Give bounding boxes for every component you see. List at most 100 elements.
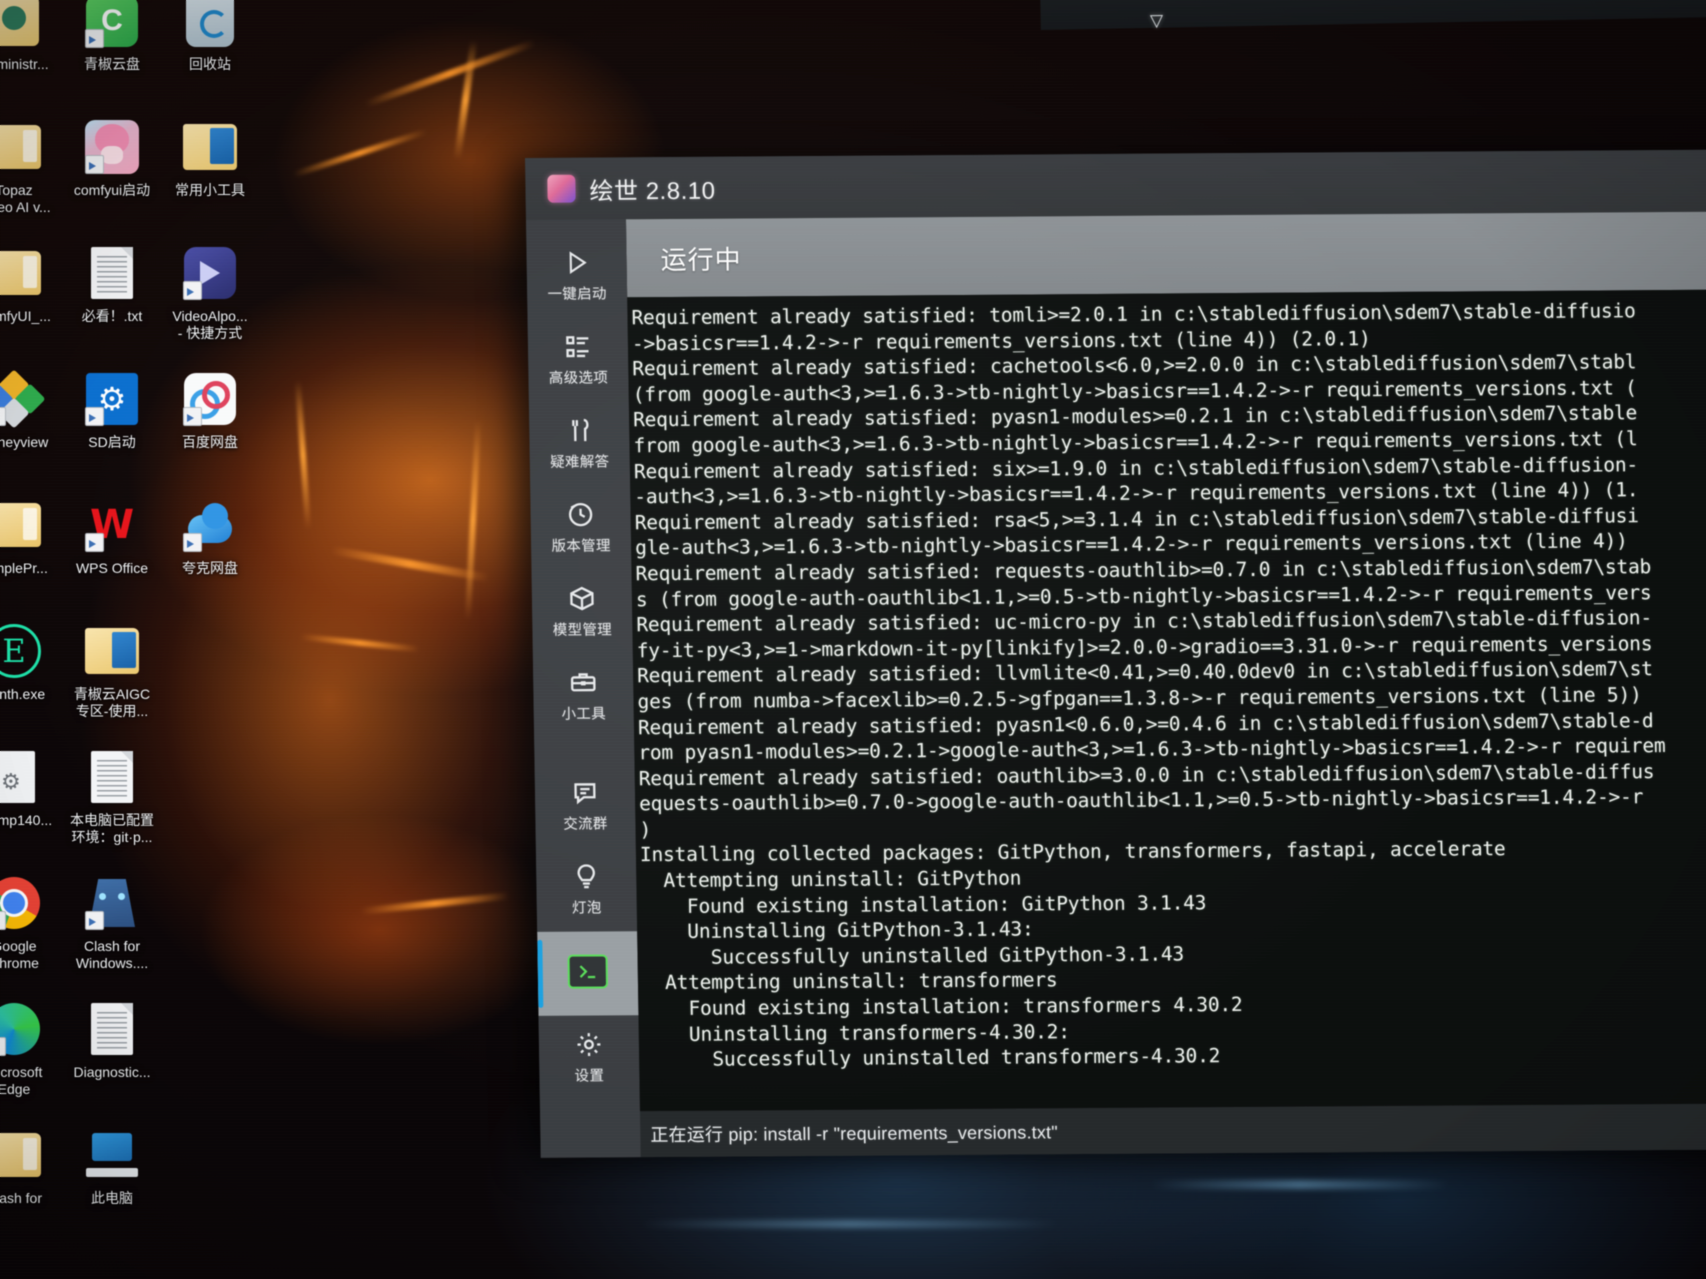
desktop-icon[interactable]: VideoAlpo... - 快捷方式: [162, 238, 258, 356]
hui-shi-launcher-window: 绘世 2.8.10 一键启动 高级选项 疑难解答 版本管理 模型管理 小工具 交…: [525, 149, 1706, 1158]
hui-shi-logo-icon: [547, 174, 576, 203]
desktop-icon[interactable]: 夸克网盘: [162, 490, 258, 608]
desktop-icon[interactable]: E Synth.exe: [0, 616, 62, 734]
text-file-icon-glyph: [91, 1003, 133, 1055]
clash-for-windows-icon: [83, 874, 141, 932]
desktop-icon[interactable]: Topaz Video AI v...: [0, 112, 62, 230]
desktop-icon[interactable]: 此电脑: [64, 1120, 160, 1238]
desktop-icon[interactable]: SimplePr...: [0, 490, 62, 608]
desktop-icon[interactable]: C 青椒云盘: [64, 0, 160, 104]
terminal-output-pane[interactable]: Requirement already satisfied: tomli>=2.…: [627, 289, 1706, 1112]
baidu-netdisk-icon: [181, 370, 239, 428]
desktop-icon-grid: Administr... C 青椒云盘 回收站 Topaz Video AI v... c…: [0, 0, 296, 1238]
sidebar-item-terminal-console[interactable]: [537, 931, 639, 1016]
desktop-icon-label: 夸克网盘: [182, 560, 238, 576]
wrench-screwdriver-icon: [564, 416, 594, 446]
folder-icon: [0, 244, 43, 302]
sidebar-item-one-click-launch[interactable]: 一键启动: [526, 233, 627, 318]
sidebar-item-troubleshooting[interactable]: 疑难解答: [529, 401, 630, 486]
sidebar-item-label: 版本管理: [551, 538, 611, 555]
list-options-icon: [563, 332, 593, 362]
sidebar-item-lightbulb[interactable]: 灯泡: [536, 847, 637, 932]
desktop-icon-label: 回收站: [189, 56, 231, 72]
google-chrome-icon-glyph: [0, 877, 40, 929]
desktop-icon[interactable]: Clash for: [0, 1120, 62, 1238]
chevron-down-icon[interactable]: ▽: [1150, 11, 1163, 30]
desktop-icon[interactable]: 常用小工具: [162, 112, 258, 230]
desktop-icon[interactable]: W WPS Office: [64, 490, 160, 608]
desktop-icon[interactable]: comfyui启动: [64, 112, 160, 230]
desktop-icon[interactable]: 必看！.txt: [64, 238, 160, 356]
desktop-icon[interactable]: ⚙ SD启动: [64, 364, 160, 482]
statusbar-text: 正在运行 pip: install -r "requirements_versi…: [650, 1122, 1059, 1146]
sidebar-item-label: 模型管理: [552, 622, 613, 639]
desktop-icon-empty: [162, 1120, 258, 1238]
terminal-log-lines: Requirement already satisfied: tomli>=2.…: [631, 298, 1706, 1073]
text-file-icon-glyph: [91, 751, 133, 803]
text-file-icon: [83, 244, 141, 302]
comfyui-launch-icon: [83, 118, 141, 176]
desktop-icon[interactable]: ComfyUI_...: [0, 238, 62, 356]
desktop-icon-label: VideoAlpo... - 快捷方式: [172, 308, 248, 341]
baidu-netdisk-icon-glyph: [184, 373, 236, 425]
sidebar-item-label: 交流群: [563, 816, 608, 833]
empty-icon: [181, 1000, 239, 1058]
desktop-icon-empty: [162, 868, 258, 986]
folder-icon-glyph: [0, 125, 41, 169]
window-titlebar: 绘世 2.8.10: [525, 149, 1706, 220]
folder-icon: [0, 1126, 43, 1184]
desktop-icon-label: 青椒云AIGC 专区-使用...: [73, 686, 151, 719]
clash-for-windows-icon-glyph: [89, 879, 135, 927]
empty-icon: [181, 874, 239, 932]
this-pc-icon: [83, 1126, 141, 1184]
desktop-icon-label: 本电脑已配置 环境：git·p...: [70, 812, 154, 845]
toolbox-icon: [568, 667, 598, 697]
desktop-icon-label: WPS Office: [75, 560, 149, 576]
sidebar-item-settings[interactable]: 设置: [538, 1015, 639, 1100]
sidebar-item-community-group[interactable]: 交流群: [535, 763, 636, 848]
desktop-icon-label: vcomp140...: [0, 812, 53, 828]
doc-corner: [121, 751, 133, 763]
desktop-icon[interactable]: Administr...: [0, 0, 62, 104]
user-folder-icon-glyph: [0, 0, 39, 46]
text-file-icon: [83, 1000, 141, 1058]
desktop-icon-label: ComfyUI_...: [0, 308, 51, 324]
desktop-icon[interactable]: 百度网盘: [162, 364, 258, 482]
run-status-text: 运行中: [660, 243, 742, 275]
desktop-icon[interactable]: 青椒云AIGC 专区-使用...: [64, 616, 160, 734]
this-pc-icon-glyph: [84, 1131, 140, 1179]
desktop-icon[interactable]: 回收站: [162, 0, 258, 104]
microsoft-edge-icon-glyph: [0, 1003, 40, 1055]
desktop-icon[interactable]: vcomp140...: [0, 742, 62, 860]
run-status-header: 运行中: [625, 211, 1706, 298]
desktop-icon-label: Honeyview: [0, 434, 49, 450]
window-title: 绘世 2.8.10: [589, 177, 716, 206]
desktop-icon-label: SD启动: [88, 434, 136, 450]
desktop-icon[interactable]: 本电脑已配置 环境：git·p...: [64, 742, 160, 860]
sidebar-item-model-management[interactable]: 模型管理: [531, 569, 632, 654]
desktop-icon-label: 此电脑: [91, 1190, 133, 1206]
desktop-icon[interactable]: Diagnostic...: [64, 994, 160, 1112]
desktop-icon[interactable]: Clash for Windows....: [64, 868, 160, 986]
qingjiao-cloud-icon: C: [83, 0, 141, 50]
folder-icon-glyph: [0, 503, 41, 547]
videoalpo-icon: [181, 244, 239, 302]
window-body: 一键启动 高级选项 疑难解答 版本管理 模型管理 小工具 交流群 灯泡 设置 运…: [525, 211, 1706, 1158]
microsoft-edge-icon: [0, 1000, 43, 1058]
desktop-icon[interactable]: Microsoft Edge: [0, 994, 62, 1112]
desktop-icon-label: Microsoft Edge: [0, 1064, 43, 1097]
sidebar-item-label: 小工具: [561, 706, 607, 723]
box-package-icon: [567, 583, 597, 613]
desktop-icon-label: Clash for Windows....: [75, 938, 149, 971]
desktop-icon[interactable]: Honeyview: [0, 364, 62, 482]
desktop-icon-empty: [162, 616, 258, 734]
recycle-bin-icon-glyph: [186, 0, 234, 47]
sidebar-item-advanced-options[interactable]: 高级选项: [528, 317, 629, 402]
desktop-icon[interactable]: Google Chrome: [0, 868, 62, 986]
sidebar-item-version-management[interactable]: 版本管理: [530, 485, 631, 570]
desktop-icon-label: 青椒云盘: [84, 56, 140, 72]
desktop-icon-label: 百度网盘: [182, 434, 238, 450]
sidebar-item-small-tools[interactable]: 小工具: [533, 653, 634, 738]
desktop-icon-label: Clash for: [0, 1190, 43, 1206]
recycle-bin-icon: [181, 0, 239, 50]
